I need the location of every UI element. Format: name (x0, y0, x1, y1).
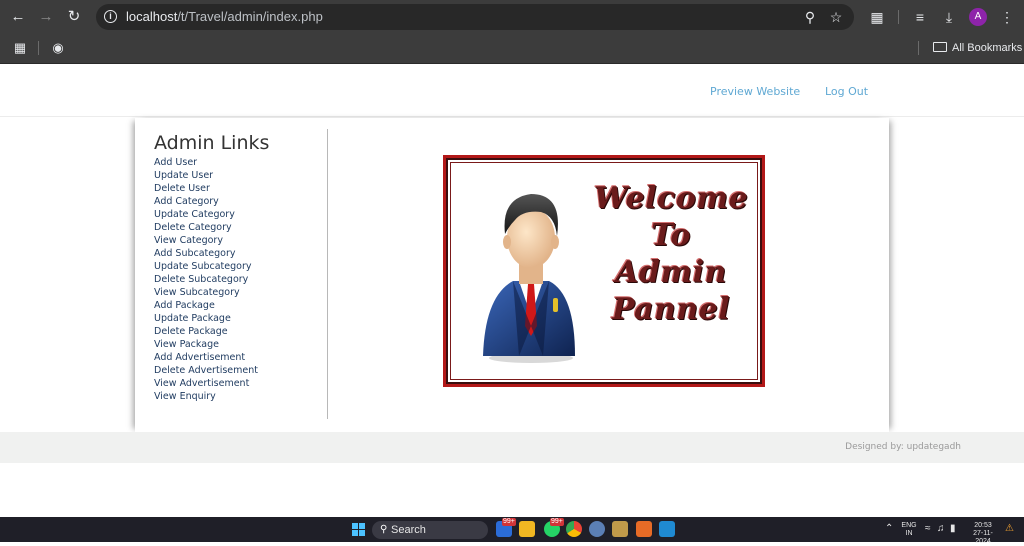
admin-sidebar: Admin Links Add User Update User Delete … (154, 132, 324, 403)
sidebar-link-view-advertisement[interactable]: View Advertisement (154, 377, 324, 390)
sidebar-link-add-advertisement[interactable]: Add Advertisement (154, 351, 324, 364)
sidebar-link-update-subcategory[interactable]: Update Subcategory (154, 260, 324, 273)
sidebar-link-view-subcategory[interactable]: View Subcategory (154, 286, 324, 299)
windows-start-icon[interactable] (352, 523, 365, 536)
all-bookmarks-label: All Bookmarks (952, 42, 1023, 54)
tray-chevron-up-icon[interactable]: ⌃ (885, 523, 893, 535)
clock-time: 20:53 (974, 522, 992, 529)
sidebar-link-view-package[interactable]: View Package (154, 338, 324, 351)
xampp-icon[interactable] (636, 521, 652, 537)
footer-credit: Designed by: updategadh (845, 442, 961, 452)
clock[interactable]: 20:53 27-11-2024 (966, 522, 1000, 546)
search-icon: ⚲ (380, 524, 388, 535)
forward-arrow-icon[interactable]: → (36, 7, 56, 27)
sidebar-link-delete-package[interactable]: Delete Package (154, 325, 324, 338)
language-code: ENG (901, 522, 917, 529)
extensions-puzzle-icon[interactable]: ▦ (868, 8, 886, 26)
bookmarks-separator-right (918, 41, 919, 55)
notification-badge: 99+ (502, 518, 516, 526)
site-info-icon[interactable]: i (104, 10, 117, 23)
site-footer: Designed by: updategadh (0, 432, 1024, 463)
chrome-icon[interactable] (566, 521, 582, 537)
whatsapp-badge: 99+ (550, 518, 564, 526)
admin-businessman-illustration (483, 194, 575, 363)
site-header: Preview Website Log Out (0, 64, 1024, 117)
bookmarks-bar: ▦ ◉ All Bookmarks (0, 34, 1024, 64)
logout-link[interactable]: Log Out (825, 85, 868, 98)
taskbar-search[interactable]: ⚲ Search (372, 521, 488, 539)
address-bar[interactable]: i localhost/t/Travel/admin/index.php ⚲ ☆ (96, 4, 854, 30)
taskbar-app-icon-2[interactable] (612, 521, 628, 537)
bookmarks-separator (38, 41, 39, 55)
preview-website-link[interactable]: Preview Website (710, 85, 800, 98)
sidebar-link-delete-user[interactable]: Delete User (154, 182, 324, 195)
sidebar-link-update-user[interactable]: Update User (154, 169, 324, 182)
welcome-line-2: To (651, 218, 691, 253)
browser-toolbar: ← → ↻ i localhost/t/Travel/admin/index.p… (0, 0, 1024, 34)
sidebar-link-add-package[interactable]: Add Package (154, 299, 324, 312)
region-code: IN (905, 530, 913, 537)
taskbar-search-label: Search (391, 524, 426, 536)
admin-content-panel: Admin Links Add User Update User Delete … (135, 118, 889, 432)
welcome-line-3: Admin (615, 255, 727, 290)
clock-date: 27-11-2024 (973, 530, 993, 545)
page-viewport: Preview Website Log Out Admin Links Add … (0, 64, 1024, 517)
globe-icon[interactable]: ◉ (50, 40, 66, 56)
battery-icon[interactable]: ▮ (950, 523, 956, 535)
sidebar-link-add-user[interactable]: Add User (154, 156, 324, 169)
sidebar-link-delete-subcategory[interactable]: Delete Subcategory (154, 273, 324, 286)
notification-bell-icon[interactable]: ⚠ (1005, 523, 1014, 535)
os-taskbar: ⚲ Search 99+ 99+ ⌃ ENG IN ≈ ♫ ▮ 20:53 27… (0, 517, 1024, 545)
sidebar-link-add-category[interactable]: Add Category (154, 195, 324, 208)
url-host: localhost (126, 9, 178, 24)
all-bookmarks-button[interactable]: All Bookmarks (933, 40, 1022, 58)
address-url[interactable]: localhost/t/Travel/admin/index.php (126, 9, 323, 25)
welcome-line-1: Welcome (593, 181, 749, 216)
language-indicator[interactable]: ENG IN (899, 522, 919, 538)
reading-list-icon[interactable]: ≡ (911, 8, 929, 26)
back-arrow-icon[interactable]: ← (8, 7, 28, 27)
zoom-icon[interactable]: ⚲ (801, 8, 819, 26)
file-explorer-icon[interactable] (519, 521, 535, 537)
taskbar-app-icon[interactable]: 99+ (496, 518, 516, 537)
folder-icon (933, 42, 947, 52)
sidebar-link-view-enquiry[interactable]: View Enquiry (154, 390, 324, 403)
sidebar-link-delete-advertisement[interactable]: Delete Advertisement (154, 364, 324, 377)
settings-gear-icon[interactable] (589, 521, 605, 537)
vscode-icon[interactable] (659, 521, 675, 537)
welcome-banner: Welcome To Admin Pannel (443, 155, 765, 387)
menu-kebab-icon[interactable]: ⋮ (998, 8, 1016, 26)
sidebar-title: Admin Links (154, 132, 270, 154)
welcome-line-4: Pannel (611, 292, 731, 327)
bookmark-star-icon[interactable]: ☆ (827, 8, 845, 26)
welcome-heading: Welcome To Admin Pannel (586, 180, 756, 328)
sidebar-link-delete-category[interactable]: Delete Category (154, 221, 324, 234)
profile-avatar[interactable]: A (969, 8, 987, 26)
volume-icon[interactable]: ♫ (937, 523, 945, 535)
whatsapp-icon[interactable]: 99+ (544, 518, 564, 537)
sidebar-link-add-subcategory[interactable]: Add Subcategory (154, 247, 324, 260)
wifi-icon[interactable]: ≈ (925, 523, 931, 535)
toolbar-separator (898, 10, 899, 24)
sidebar-divider (327, 129, 328, 419)
reload-icon[interactable]: ↻ (64, 7, 84, 27)
sidebar-link-update-package[interactable]: Update Package (154, 312, 324, 325)
sidebar-link-update-category[interactable]: Update Category (154, 208, 324, 221)
url-path: /t/Travel/admin/index.php (177, 9, 323, 24)
sidebar-link-view-category[interactable]: View Category (154, 234, 324, 247)
download-icon[interactable]: ⤓ (940, 8, 958, 26)
apps-grid-icon[interactable]: ▦ (12, 40, 28, 56)
